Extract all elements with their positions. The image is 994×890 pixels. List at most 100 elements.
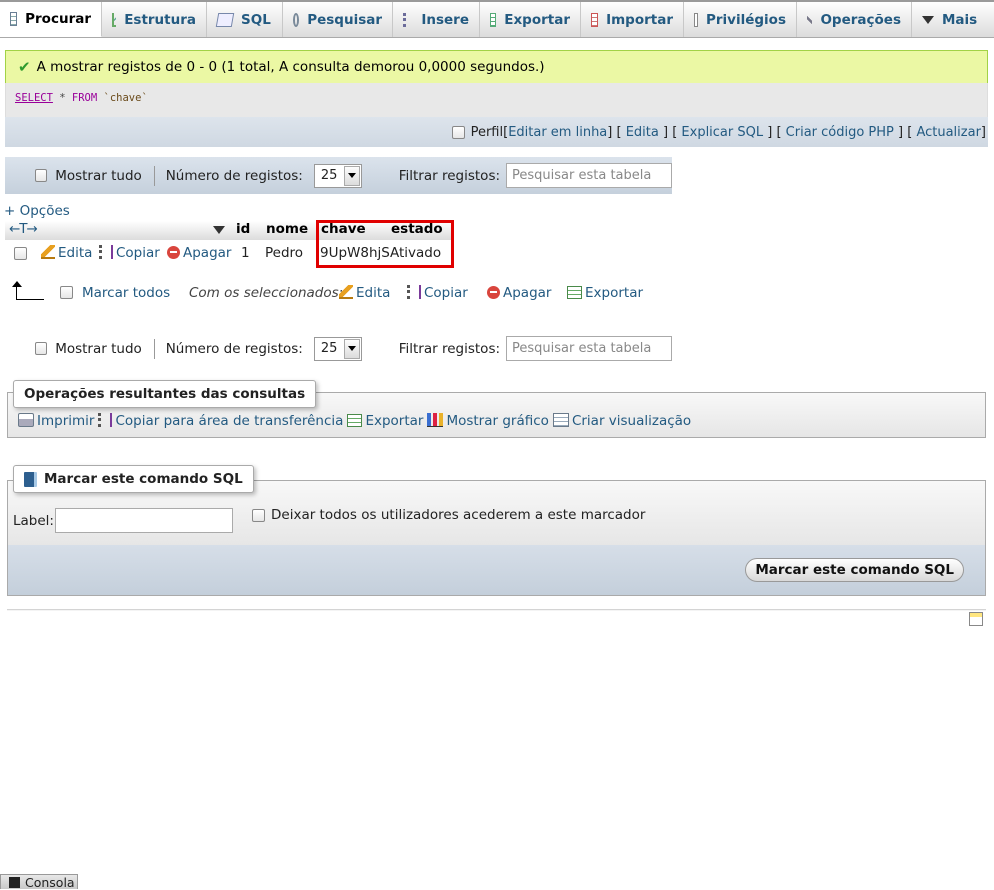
check-all-checkbox[interactable] (60, 286, 73, 299)
sql-star: * (52, 92, 72, 104)
tab-browse[interactable]: Procurar (0, 2, 102, 37)
sort-chevron-down-icon[interactable] (213, 226, 225, 234)
console-tab[interactable]: Consola (0, 874, 78, 890)
tab-label: Importar (606, 11, 673, 28)
profiling-label: Perfil (470, 124, 504, 140)
success-message: ✔ A mostrar registos de 0 - 0 (1 total, … (5, 50, 988, 83)
tab-structure[interactable]: Estrutura (102, 2, 207, 37)
search-icon (293, 12, 300, 27)
row-checkbox[interactable] (14, 247, 27, 260)
tab-insert[interactable]: Insere (393, 2, 480, 37)
export-icon (490, 12, 497, 27)
filter-label: Filtrar registos: (398, 340, 501, 357)
sql-keyword-select[interactable]: SELECT (15, 92, 53, 104)
bookmark-icon (24, 471, 37, 487)
tab-label: Procurar (25, 11, 91, 27)
create-php-code-link[interactable]: Criar código PHP (786, 125, 894, 140)
row-delete-label: Apagar (183, 245, 232, 261)
bulk-delete-link[interactable]: Apagar (487, 285, 551, 301)
print-label: Imprimir (37, 413, 95, 429)
bulk-copy-label: Copiar (424, 285, 468, 301)
delete-icon (167, 246, 180, 259)
cell-nome[interactable]: Pedro (265, 245, 303, 261)
highlight-box (316, 220, 454, 268)
share-bookmark-label: Deixar todos os utilizadores acederem a … (271, 507, 646, 523)
copy-clipboard-link[interactable]: Copiar para área de transferência (98, 413, 343, 429)
copy-icon (98, 413, 113, 427)
cell-id[interactable]: 1 (241, 245, 250, 261)
chevron-down-icon (343, 165, 360, 186)
chevron-down-icon (922, 15, 934, 24)
bulk-export-link[interactable]: Exportar (567, 285, 643, 301)
sql-action-bar: Perfil [Editar em linha] [ Edita ] [ Exp… (5, 117, 988, 147)
row-edit-link[interactable]: Edita (41, 245, 92, 261)
column-header-id[interactable]: id (236, 221, 250, 237)
browse-table-icon (10, 12, 18, 26)
row-delete-link[interactable]: Apagar (167, 245, 231, 261)
structure-icon (112, 12, 117, 27)
with-selected-label: Com os seleccionados: (189, 285, 344, 301)
sql-query-display: SELECT * FROM `chave` (5, 83, 988, 117)
arrow-up-icon (12, 281, 44, 300)
tab-privileges[interactable]: Privilégios (684, 2, 797, 37)
share-bookmark-checkbox[interactable] (252, 509, 265, 522)
create-view-link[interactable]: Criar visualização (552, 413, 691, 429)
chart-icon (427, 413, 444, 427)
row-copy-label: Copiar (116, 245, 160, 261)
edit-query-link[interactable]: Edita (626, 125, 659, 140)
tab-label: Privilégios (706, 11, 786, 28)
check-icon: ✔ (18, 58, 31, 76)
operations-icon (807, 12, 813, 27)
profiling-checkbox[interactable] (451, 125, 465, 139)
printer-icon (18, 413, 34, 427)
edit-inline-link[interactable]: Editar em linha (508, 125, 607, 140)
filter-rows-input[interactable]: Pesquisar esta tabela (506, 336, 672, 361)
tab-import[interactable]: Importar (581, 2, 684, 37)
show-chart-label: Mostrar gráfico (446, 413, 549, 429)
show-all-checkbox[interactable] (35, 342, 48, 355)
print-link[interactable]: Imprimir (18, 413, 94, 429)
show-all-checkbox[interactable] (35, 169, 48, 182)
filter-rows-input[interactable]: Pesquisar esta tabela (506, 163, 672, 188)
rows-count-label: Número de registos: (165, 340, 303, 357)
options-link[interactable]: + Opções (4, 203, 70, 219)
row-edit-label: Edita (58, 245, 93, 261)
tab-sql[interactable]: SQL (207, 2, 283, 37)
bulk-edit-link[interactable]: Edita (339, 285, 390, 301)
success-text: A mostrar registos de 0 - 0 (1 total, A … (36, 59, 545, 75)
delete-icon (487, 286, 500, 299)
tab-search[interactable]: Pesquisar (283, 2, 393, 37)
console-label: Consola (25, 874, 75, 890)
export-link[interactable]: Exportar (347, 413, 423, 429)
view-icon (552, 413, 569, 427)
copy-icon (99, 245, 113, 259)
tab-export[interactable]: Exportar (480, 2, 581, 37)
rows-count-select[interactable]: 25 (313, 336, 362, 361)
row-copy-link[interactable]: Copiar (99, 245, 160, 261)
bookmark-legend: Marcar este comando SQL (13, 465, 254, 493)
bookmark-footer: Marcar este comando SQL (7, 545, 986, 596)
export-label: Exportar (365, 413, 424, 429)
export-icon (347, 414, 363, 427)
check-all-link[interactable]: Marcar todos (82, 285, 170, 301)
pencil-icon (41, 245, 55, 259)
bulk-copy-link[interactable]: Copiar (407, 285, 468, 301)
column-resize-control[interactable]: ←T→ (9, 221, 38, 237)
page-icon[interactable] (969, 612, 983, 626)
column-header-nome[interactable]: nome (266, 221, 308, 237)
bulk-actions-row: Marcar todos Com os seleccionados: Edita… (12, 280, 654, 306)
tab-more[interactable]: Mais (912, 2, 994, 37)
query-results-legend: Operações resultantes das consultas (13, 380, 317, 408)
filter-label: Filtrar registos: (398, 167, 501, 184)
explain-sql-link[interactable]: Explicar SQL (681, 125, 763, 140)
bulk-export-label: Exportar (585, 285, 644, 301)
bookmark-label-input[interactable] (55, 508, 233, 533)
tab-label: Estrutura (124, 11, 196, 28)
rows-count-select[interactable]: 25 (313, 163, 362, 188)
show-all-label: Mostrar tudo (55, 340, 142, 357)
show-chart-link[interactable]: Mostrar gráfico (427, 413, 549, 429)
tab-bar: Procurar Estrutura SQL Pesquisar Insere … (0, 0, 994, 38)
tab-operations[interactable]: Operações (797, 2, 912, 37)
refresh-link[interactable]: Actualizar (916, 125, 980, 140)
bookmark-submit-button[interactable]: Marcar este comando SQL (745, 558, 964, 582)
